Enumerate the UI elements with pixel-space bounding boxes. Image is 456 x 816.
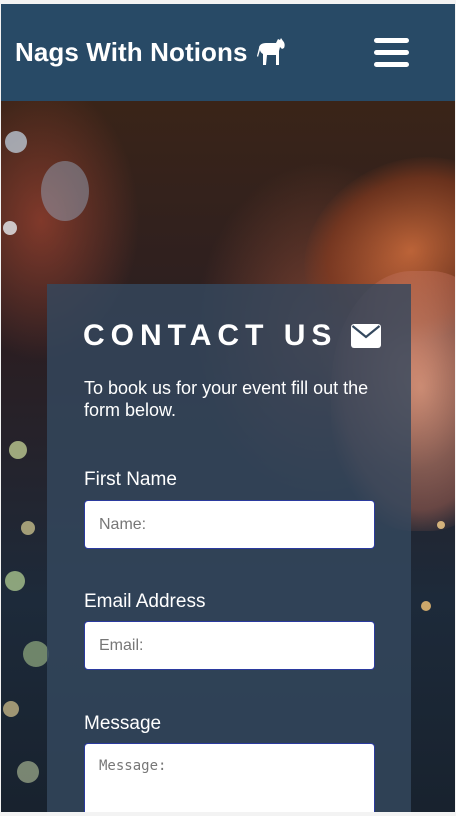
first-name-input[interactable]: [84, 500, 375, 549]
bokeh-light: [3, 221, 17, 235]
bokeh-light: [21, 521, 35, 535]
email-label: Email Address: [84, 591, 206, 612]
bokeh-light: [3, 701, 19, 717]
bokeh-light: [23, 641, 49, 667]
contact-intro-text: To book us for your event fill out the f…: [84, 378, 369, 420]
bokeh-light: [17, 761, 39, 783]
bokeh-light: [437, 521, 445, 529]
brand-title: Nags With Notions: [15, 36, 248, 67]
hamburger-bar: [374, 50, 409, 55]
hamburger-bar: [374, 62, 409, 67]
page-frame: Nags With Notions CONTACT US To book us …: [1, 4, 455, 812]
contact-heading: CONTACT US: [83, 318, 382, 354]
horse-icon: [256, 37, 286, 67]
top-navbar: Nags With Notions: [1, 4, 455, 101]
envelope-icon: [351, 324, 382, 348]
brand-link[interactable]: Nags With Notions: [15, 35, 286, 69]
bokeh-light: [5, 571, 25, 591]
bokeh-light: [5, 131, 27, 153]
bokeh-light: [421, 601, 431, 611]
email-input[interactable]: [84, 621, 375, 670]
message-label: Message: [84, 713, 162, 734]
contact-title: CONTACT US: [83, 319, 338, 352]
message-textarea[interactable]: [84, 743, 375, 812]
hamburger-bar: [374, 38, 409, 43]
first-name-label: First Name: [84, 469, 177, 490]
bokeh-light: [9, 441, 27, 459]
hamburger-menu-icon[interactable]: [374, 37, 409, 69]
contact-form-card: CONTACT US To book us for your event fil…: [47, 284, 411, 812]
bokeh-light: [41, 161, 89, 221]
